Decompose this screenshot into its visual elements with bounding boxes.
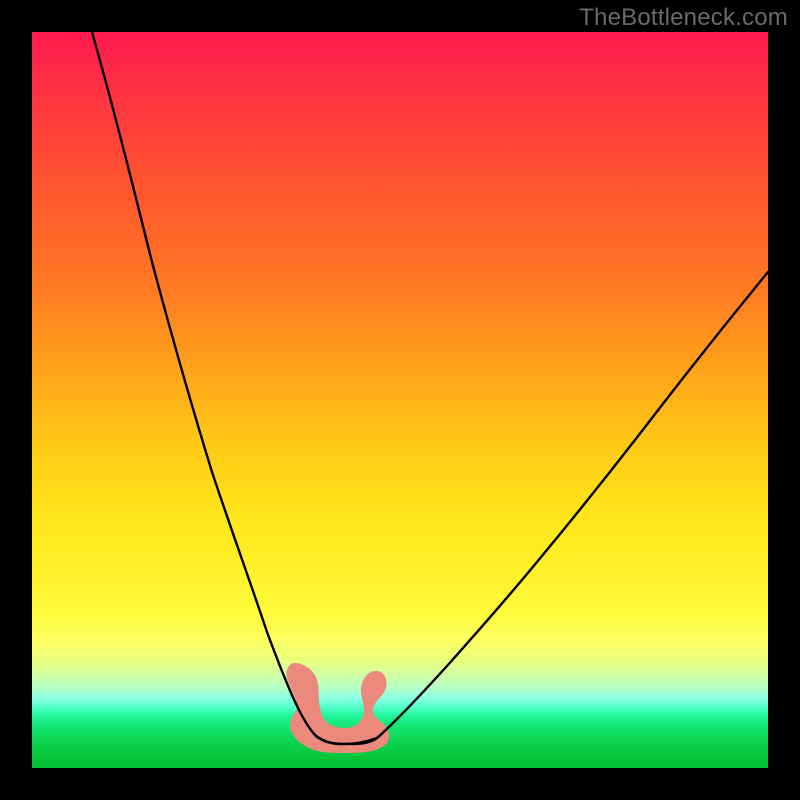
watermark: TheBottleneck.com <box>579 4 788 32</box>
chart-frame: TheBottleneck.com <box>0 0 800 800</box>
right-curve <box>352 272 768 744</box>
curve-layer <box>32 32 768 768</box>
left-curve <box>92 32 342 744</box>
plot-area <box>32 32 768 768</box>
